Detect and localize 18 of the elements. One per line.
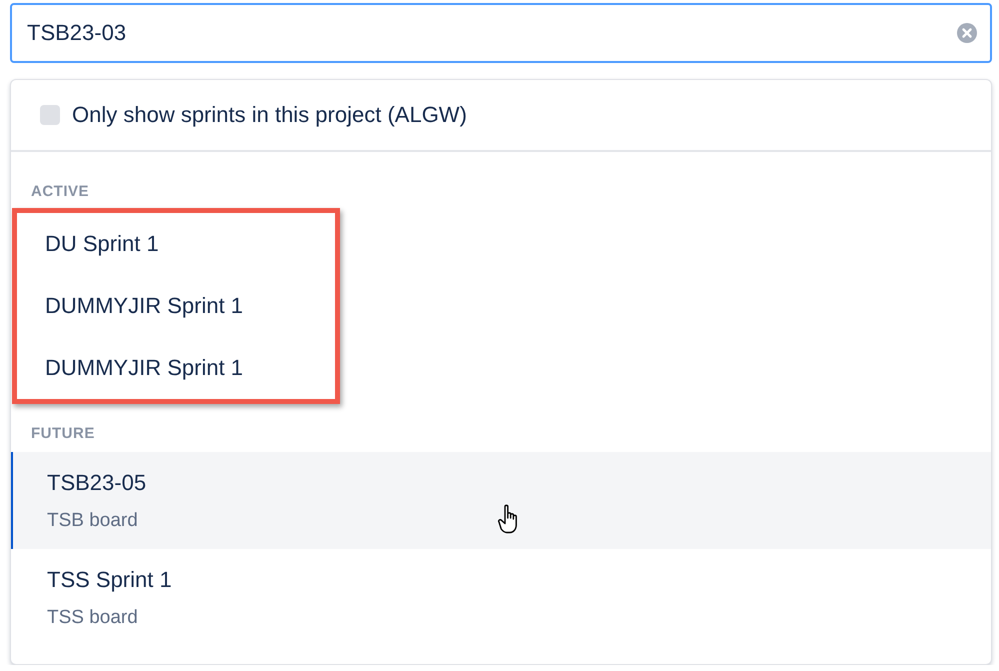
sprint-option[interactable]: TSS Sprint 1 TSS board: [11, 549, 991, 646]
board-name: TSS board: [47, 606, 138, 630]
sprint-option[interactable]: DUMMYJIR Sprint 1: [17, 337, 335, 399]
checkbox-label: Only show sprints in this project (ALGW): [72, 102, 467, 128]
sprint-option[interactable]: DU Sprint 1: [17, 213, 335, 275]
checkbox[interactable]: [40, 105, 60, 125]
sprint-name: TSS Sprint 1: [47, 566, 172, 594]
search-field[interactable]: TSB23-03: [10, 3, 992, 63]
section-heading: FUTURE: [30, 424, 96, 444]
sprint-name: DUMMYJIR Sprint 1: [45, 292, 244, 320]
sprint-name: TSB23-05: [47, 469, 146, 497]
section-heading: ACTIVE: [30, 182, 90, 202]
board-name: TSB board: [47, 509, 138, 533]
clear-icon[interactable]: [956, 22, 978, 44]
sprint-name: DUMMYJIR Sprint 1: [45, 354, 244, 382]
sprint-option[interactable]: TSB23-05 TSB board: [11, 452, 991, 549]
sprint-option[interactable]: DUMMYJIR Sprint 1: [17, 275, 335, 337]
sprint-name: DU Sprint 1: [45, 230, 159, 258]
